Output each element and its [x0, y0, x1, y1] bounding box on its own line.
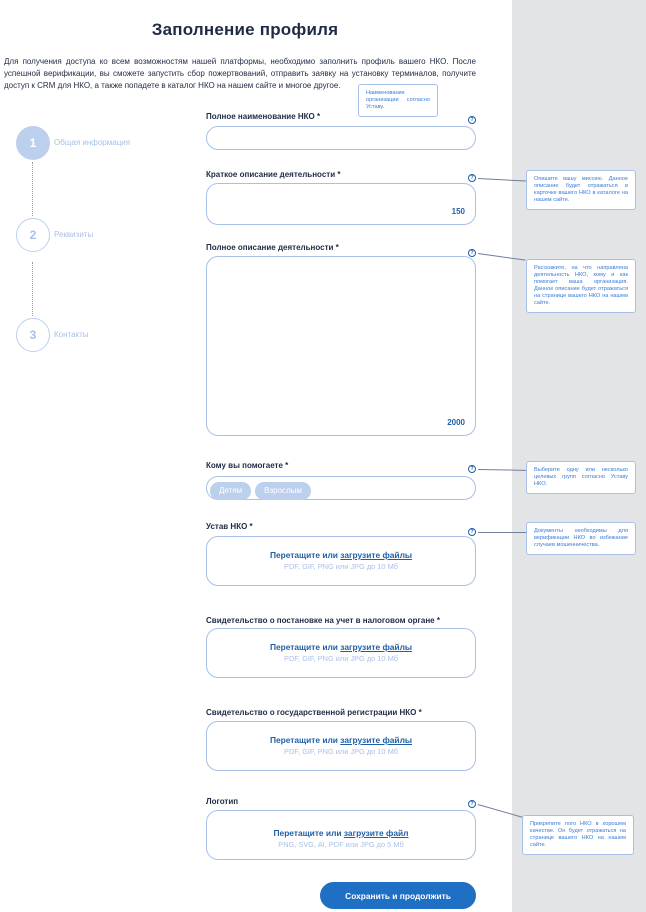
- tax-cert-drop-hint: PDF, GIF, PNG или JPG до 10 Мб: [284, 654, 398, 663]
- save-continue-button[interactable]: Сохранить и продолжить: [320, 882, 476, 909]
- reg-cert-label: Свидетельство о государственной регистра…: [206, 708, 422, 717]
- charter-drop-hint: PDF, GIF, PNG или JPG до 10 Мб: [284, 562, 398, 571]
- step-divider: [32, 262, 33, 316]
- charter-drop-text: Перетащите или загрузите файлы: [269, 550, 413, 560]
- help-circle-icon[interactable]: ?: [468, 800, 476, 808]
- charter-dropzone[interactable]: Перетащите или загрузите файлы PDF, GIF,…: [206, 536, 476, 586]
- page-title: Заполнение профиля: [151, 20, 339, 39]
- step-2-circle[interactable]: 2: [16, 218, 50, 252]
- tax-cert-drop-text: Перетащите или загрузите файлы: [269, 642, 413, 652]
- step-3-circle[interactable]: 3: [16, 318, 50, 352]
- logo-upload-link[interactable]: загрузите файл: [344, 828, 409, 838]
- reg-cert-dropzone[interactable]: Перетащите или загрузите файлы PDF, GIF,…: [206, 721, 476, 771]
- charter-label: Устав НКО *: [206, 522, 253, 531]
- tooltip-audience: Выберите одну или несколько целевых груп…: [526, 461, 636, 494]
- chip-children[interactable]: Детям: [210, 482, 252, 500]
- help-circle-icon[interactable]: ?: [468, 249, 476, 257]
- logo-drop-hint: PNG, SVG, AI, PDF или JPG до 5 Мб: [278, 840, 404, 849]
- tooltip-short-desc: Опишите вашу миссию. Данное описание буд…: [526, 170, 636, 210]
- help-circle-icon[interactable]: ?: [468, 116, 476, 124]
- charter-upload-link[interactable]: загрузите файлы: [340, 550, 412, 560]
- tax-cert-label: Свидетельство о постановке на учет в нал…: [206, 616, 440, 625]
- step-1-label[interactable]: Общая информация: [54, 138, 130, 147]
- tooltip-charter: Документы необходимы для верификации НКО…: [526, 522, 636, 555]
- short-desc-counter: 150: [451, 207, 465, 216]
- help-circle-icon[interactable]: ?: [468, 465, 476, 473]
- full-desc-label: Полное описание деятельности *: [206, 243, 339, 252]
- audience-select[interactable]: Детям Взрослым: [206, 476, 476, 500]
- reg-cert-drop-text: Перетащите или загрузите файлы: [269, 735, 413, 745]
- help-circle-icon[interactable]: ?: [468, 528, 476, 536]
- audience-chips: Детям Взрослым: [210, 480, 315, 500]
- audience-label: Кому вы помогаете *: [206, 461, 289, 470]
- short-desc-label: Краткое описание деятельности *: [206, 170, 341, 179]
- full-name-label: Полное наименование НКО *: [206, 112, 321, 121]
- logo-label: Логотип: [206, 797, 239, 806]
- full-desc-textarea[interactable]: 2000: [206, 256, 476, 436]
- full-name-input[interactable]: [206, 126, 476, 150]
- step-1-circle[interactable]: 1: [16, 126, 50, 160]
- tooltip-connector: [478, 532, 526, 533]
- help-circle-icon[interactable]: ?: [468, 174, 476, 182]
- full-desc-counter: 2000: [447, 418, 465, 427]
- step-3-label[interactable]: Контакты: [54, 330, 89, 339]
- tooltip-connector: [477, 469, 526, 471]
- chip-adults[interactable]: Взрослым: [255, 482, 311, 500]
- tooltip-full-name: Наименование организации согласно Уставу…: [358, 84, 438, 117]
- logo-dropzone[interactable]: Перетащите или загрузите файл PNG, SVG, …: [206, 810, 476, 860]
- tax-cert-upload-link[interactable]: загрузите файлы: [340, 642, 412, 652]
- reg-cert-upload-link[interactable]: загрузите файлы: [340, 735, 412, 745]
- reg-cert-drop-hint: PDF, GIF, PNG или JPG до 10 Мб: [284, 747, 398, 756]
- tooltip-full-desc: Расскажите, на что направлена деятельнос…: [526, 259, 636, 313]
- step-2-label[interactable]: Реквизиты: [54, 230, 93, 239]
- side-panel: [512, 0, 646, 912]
- short-desc-textarea[interactable]: 150: [206, 183, 476, 225]
- step-divider: [32, 162, 33, 216]
- logo-drop-text: Перетащите или загрузите файл: [273, 828, 409, 838]
- tax-cert-dropzone[interactable]: Перетащите или загрузите файлы PDF, GIF,…: [206, 628, 476, 678]
- tooltip-logo: Прикрепите лого НКО в хорошем качестве. …: [522, 815, 634, 855]
- profile-page: Заполнение профиля Для получения доступа…: [0, 0, 646, 912]
